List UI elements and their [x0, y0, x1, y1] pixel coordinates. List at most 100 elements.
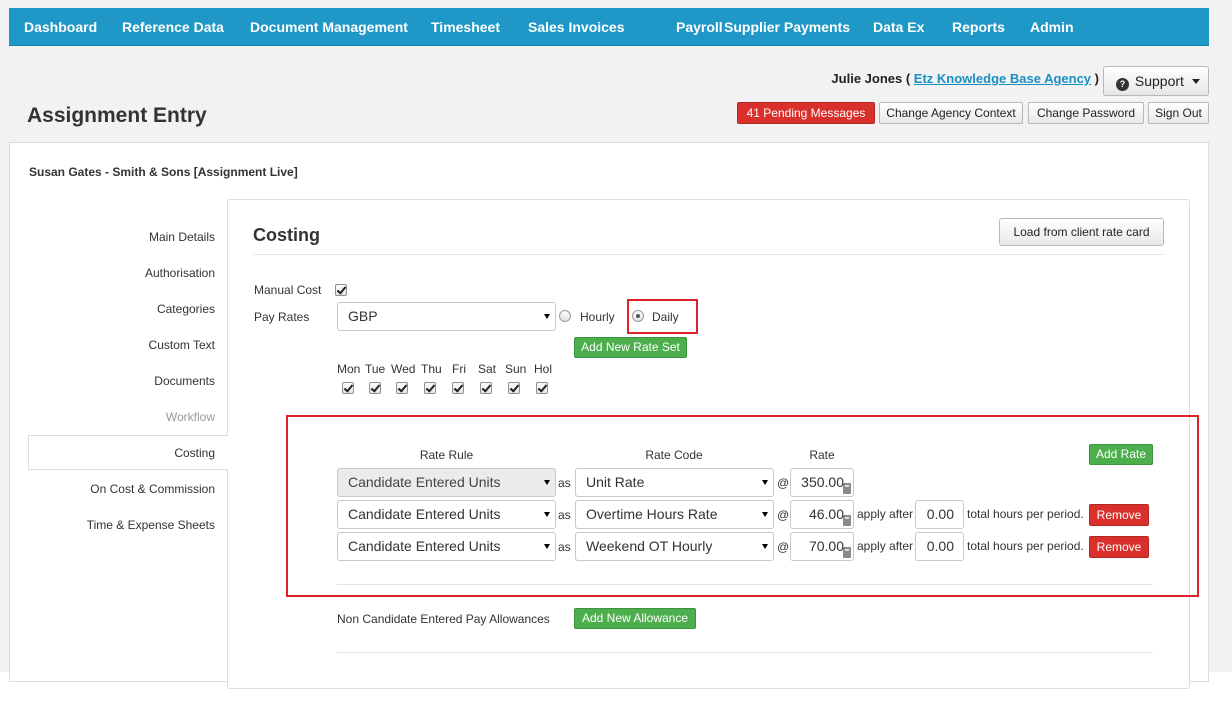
rate-input[interactable]: 46.00	[790, 500, 854, 529]
question-icon: ?	[1116, 78, 1129, 91]
day-checkbox-fri[interactable]	[452, 382, 464, 394]
calculator-icon[interactable]	[843, 483, 851, 494]
day-checkbox-mon[interactable]	[342, 382, 354, 394]
sidebar-item-on-cost-commission[interactable]: On Cost & Commission	[28, 472, 228, 506]
column-header-rate-code: Rate Code	[645, 448, 703, 462]
remove-rate-button[interactable]: Remove	[1089, 536, 1149, 558]
day-checkbox-wed[interactable]	[396, 382, 408, 394]
column-header-rate-rule: Rate Rule	[419, 448, 474, 462]
rate-table-divider	[337, 584, 1153, 585]
sidebar-item-time-expense-sheets[interactable]: Time & Expense Sheets	[28, 508, 228, 542]
apply-after-input[interactable]: 0.00	[915, 500, 964, 529]
support-dropdown-button[interactable]: ? Support	[1103, 66, 1209, 96]
rate-rule-value: Candidate Entered Units	[348, 506, 501, 522]
day-checkbox-sun[interactable]	[508, 382, 520, 394]
add-rate-button[interactable]: Add Rate	[1089, 444, 1153, 465]
rate-code-select[interactable]: Overtime Hours Rate	[575, 500, 774, 529]
at-label: @	[777, 540, 790, 554]
dropdown-arrow-icon	[544, 544, 550, 549]
dropdown-arrow-icon	[762, 544, 768, 549]
day-checkbox-tue[interactable]	[369, 382, 381, 394]
day-label-hol: Hol	[534, 362, 553, 376]
day-label-tue: Tue	[365, 362, 386, 376]
add-new-rate-set-button[interactable]: Add New Rate Set	[574, 337, 687, 358]
sidebar-item-costing[interactable]: Costing	[28, 435, 228, 470]
rate-code-select[interactable]: Unit Rate	[575, 468, 774, 497]
total-hours-label: total hours per period.	[967, 539, 1084, 553]
sidebar-item-workflow[interactable]: Workflow	[28, 400, 228, 434]
rate-code-value: Weekend OT Hourly	[586, 538, 713, 554]
dropdown-arrow-icon	[544, 314, 550, 319]
nav-timesheet[interactable]: Timesheet	[431, 8, 500, 46]
nav-reference-data[interactable]: Reference Data	[122, 8, 224, 46]
day-label-wed: Wed	[391, 362, 416, 376]
at-label: @	[777, 476, 790, 490]
user-info-close: )	[1094, 71, 1099, 86]
pay-rates-label: Pay Rates	[254, 310, 310, 324]
dropdown-arrow-icon	[544, 480, 550, 485]
page-title: Assignment Entry	[27, 104, 207, 127]
day-checkbox-hol[interactable]	[536, 382, 548, 394]
nav-payroll[interactable]: Payroll	[676, 8, 723, 46]
nav-reports[interactable]: Reports	[952, 8, 1005, 46]
agency-link[interactable]: Etz Knowledge Base Agency	[914, 71, 1091, 86]
load-client-rate-card-button[interactable]: Load from client rate card	[999, 218, 1164, 246]
day-label-fri: Fri	[452, 362, 466, 376]
rate-code-select[interactable]: Weekend OT Hourly	[575, 532, 774, 561]
nav-data-ex[interactable]: Data Ex	[873, 8, 924, 46]
dropdown-arrow-icon	[762, 480, 768, 485]
change-agency-context-button[interactable]: Change Agency Context	[879, 102, 1023, 124]
dropdown-arrow-icon	[762, 512, 768, 517]
day-checkbox-thu[interactable]	[424, 382, 436, 394]
as-label: as	[558, 540, 571, 554]
rate-input[interactable]: 70.00	[790, 532, 854, 561]
rate-value: 46.00	[808, 506, 844, 522]
allowances-divider	[337, 652, 1153, 653]
nav-sales-invoices[interactable]: Sales Invoices	[528, 8, 625, 46]
change-password-button[interactable]: Change Password	[1028, 102, 1144, 124]
rate-value: 70.00	[808, 538, 844, 554]
section-divider	[253, 254, 1164, 255]
apply-after-label: apply after	[857, 539, 914, 553]
add-new-allowance-button[interactable]: Add New Allowance	[574, 608, 696, 629]
rate-rule-value: Candidate Entered Units	[348, 474, 501, 490]
nav-document-management[interactable]: Document Management	[250, 8, 408, 46]
sidebar-item-documents[interactable]: Documents	[28, 364, 228, 398]
nav-admin[interactable]: Admin	[1030, 8, 1074, 46]
currency-select[interactable]: GBP	[337, 302, 556, 331]
sign-out-button[interactable]: Sign Out	[1148, 102, 1209, 124]
rate-rule-select[interactable]: Candidate Entered Units	[337, 532, 556, 561]
hourly-radio[interactable]	[559, 310, 571, 322]
apply-after-input[interactable]: 0.00	[915, 532, 964, 561]
sidebar-item-categories[interactable]: Categories	[28, 292, 228, 326]
sidebar-item-authorisation[interactable]: Authorisation	[28, 256, 228, 290]
column-header-rate: Rate	[809, 448, 835, 462]
support-label: Support	[1134, 73, 1184, 89]
main-nav: Dashboard Reference Data Document Manage…	[9, 8, 1209, 46]
caret-down-icon	[1191, 79, 1200, 84]
as-label: as	[558, 508, 571, 522]
assignment-title: Susan Gates - Smith & Sons [Assignment L…	[29, 165, 298, 179]
remove-rate-button[interactable]: Remove	[1089, 504, 1149, 526]
pending-messages-button[interactable]: 41 Pending Messages	[737, 102, 875, 124]
manual-cost-checkbox[interactable]	[335, 284, 347, 296]
rate-rule-select[interactable]: Candidate Entered Units	[337, 468, 556, 497]
day-checkbox-sat[interactable]	[480, 382, 492, 394]
day-label-sat: Sat	[478, 362, 497, 376]
at-label: @	[777, 508, 790, 522]
day-label-sun: Sun	[505, 362, 527, 376]
calculator-icon[interactable]	[843, 515, 851, 526]
rate-input[interactable]: 350.00	[790, 468, 854, 497]
rate-rule-select[interactable]: Candidate Entered Units	[337, 500, 556, 529]
dropdown-arrow-icon	[544, 512, 550, 517]
calculator-icon[interactable]	[843, 547, 851, 558]
nav-supplier-payments[interactable]: Supplier Payments	[724, 8, 850, 46]
hourly-label: Hourly	[580, 310, 615, 324]
sidebar-item-custom-text[interactable]: Custom Text	[28, 328, 228, 362]
day-label-mon: Mon	[337, 362, 361, 376]
daily-radio[interactable]	[632, 310, 644, 322]
nav-dashboard[interactable]: Dashboard	[24, 8, 97, 46]
as-label: as	[558, 476, 571, 490]
apply-after-label: apply after	[857, 507, 914, 521]
sidebar-item-main-details[interactable]: Main Details	[28, 220, 228, 254]
